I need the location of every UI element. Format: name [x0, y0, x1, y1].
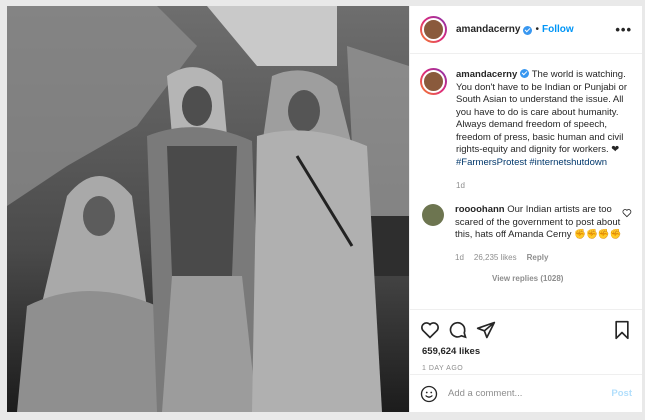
post-date: 1 DAY AGO [422, 365, 464, 372]
photo-image [7, 6, 409, 412]
action-bar [410, 310, 642, 342]
comment-input[interactable] [448, 388, 612, 399]
instagram-post-window: amandacerny • Follow ••• amandacerny The… [0, 0, 645, 420]
author-username[interactable]: amandacerny [456, 24, 520, 35]
view-replies-link[interactable]: View replies (1028) [492, 274, 632, 283]
add-comment-bar: Post [410, 374, 642, 412]
bookmark-icon[interactable] [612, 320, 632, 340]
reply-button[interactable]: Reply [527, 252, 549, 265]
emoji-icon[interactable] [420, 385, 438, 403]
caption-text: The world is watching. You don't have to… [456, 69, 628, 155]
post-photo[interactable] [7, 6, 409, 412]
comment-meta: 1d 26,235 likes Reply [455, 252, 622, 265]
post-comment-button[interactable]: Post [611, 388, 632, 399]
caption-username[interactable]: amandacerny [456, 69, 517, 80]
likes-count[interactable]: 659,624 likes [410, 342, 642, 357]
post-header: amandacerny • Follow ••• [410, 6, 642, 54]
caption-time: 1d [456, 181, 465, 190]
post-caption: amandacerny The world is watching. You d… [420, 68, 632, 169]
comment-heart-icon[interactable] [622, 208, 632, 218]
commenter-avatar[interactable] [422, 204, 444, 226]
heart-icon[interactable] [420, 320, 440, 340]
share-icon[interactable] [476, 320, 496, 340]
separator-dot: • [535, 24, 539, 35]
caption-text-block: amandacerny The world is watching. You d… [456, 68, 632, 169]
post-side-panel: amandacerny • Follow ••• amandacerny The… [409, 6, 642, 412]
comment-body: roooohann Our Indian artists are too sca… [455, 204, 622, 264]
more-options-icon[interactable]: ••• [615, 22, 632, 37]
follow-button[interactable]: Follow [542, 24, 574, 35]
caption-verified-badge-icon [520, 69, 530, 78]
caption-hashtags[interactable]: #FarmersProtest #internetshutdown [456, 157, 607, 168]
comment-item: roooohann Our Indian artists are too sca… [420, 204, 632, 264]
comment-icon[interactable] [448, 320, 468, 340]
commenter-username[interactable]: roooohann [455, 204, 505, 215]
caption-avatar[interactable] [420, 68, 447, 95]
comments-section[interactable]: amandacerny The world is watching. You d… [410, 54, 642, 310]
verified-badge-icon [523, 26, 533, 35]
comment-likes[interactable]: 26,235 likes [474, 252, 517, 265]
comment-time: 1d [455, 252, 464, 262]
author-avatar[interactable] [420, 16, 447, 43]
